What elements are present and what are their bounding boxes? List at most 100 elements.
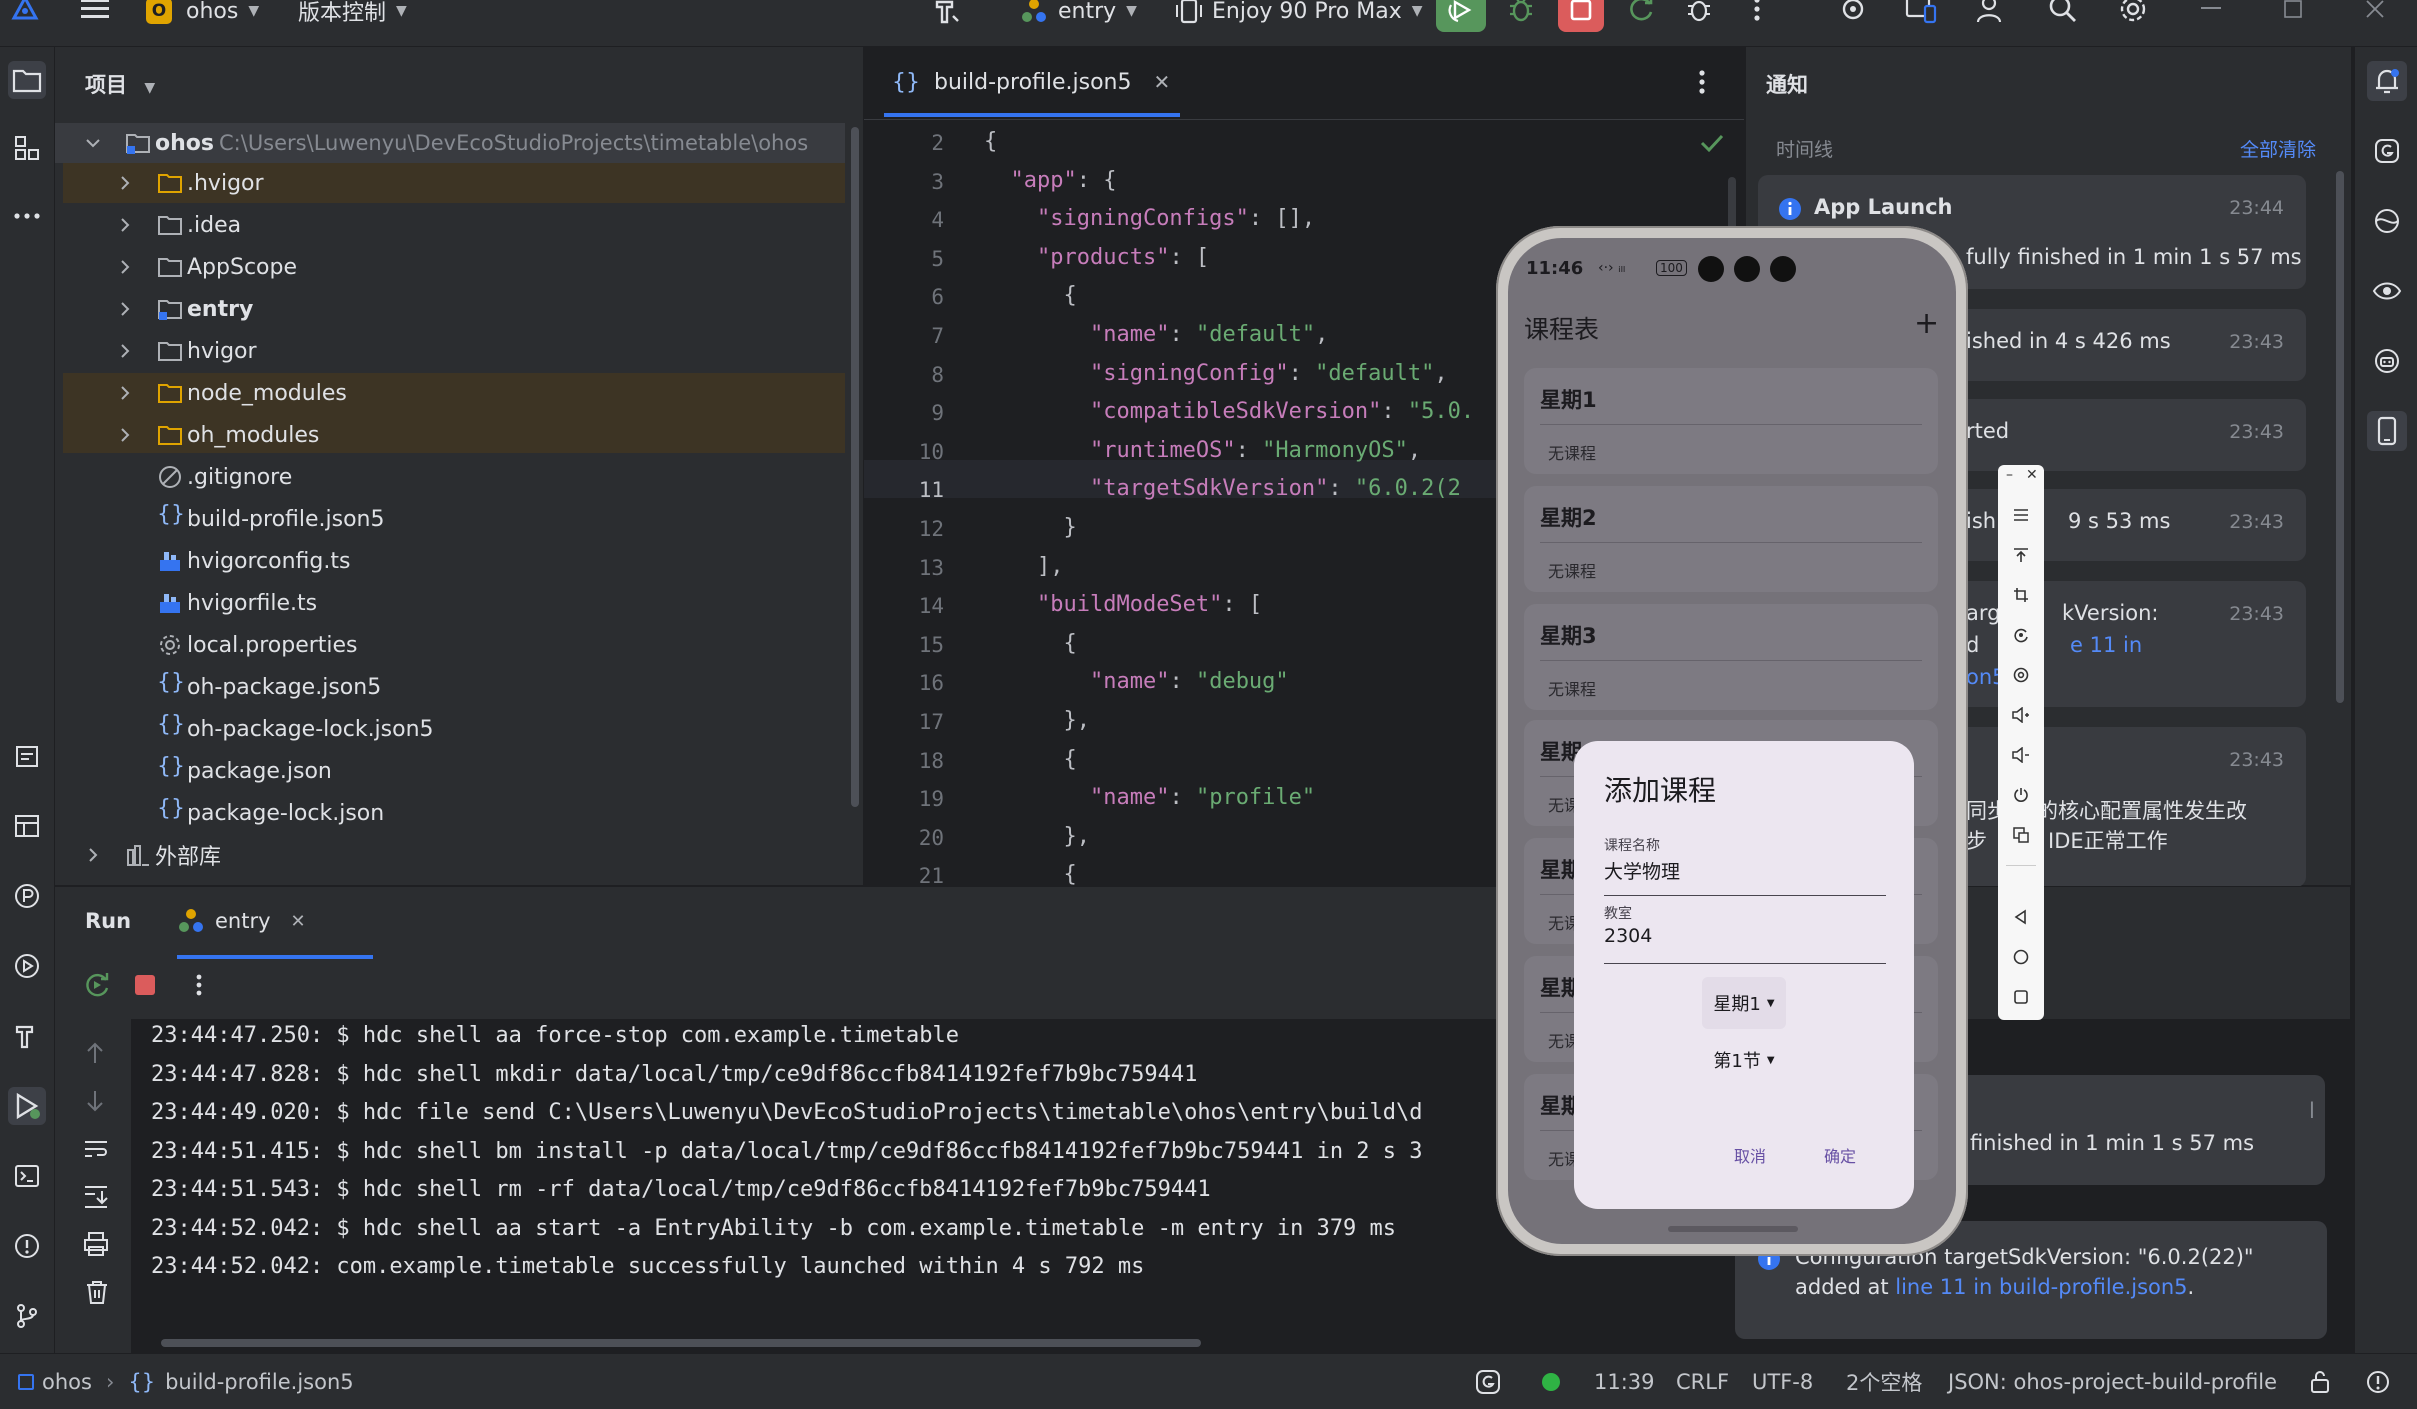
close-tab-icon[interactable]: ✕ — [1154, 70, 1171, 94]
breadcrumb-project[interactable]: ohos — [42, 1370, 92, 1394]
tree-item-hvigor-dot[interactable]: .hvigor — [85, 163, 885, 203]
terminal-icon[interactable] — [8, 1157, 46, 1195]
vcs-menu[interactable]: 版本控制 ▼ — [298, 0, 407, 34]
screenshot-icon[interactable] — [2009, 823, 2033, 847]
gear-icon[interactable] — [2114, 0, 2152, 28]
phone-screen[interactable]: 11:46 ‹·› ᵢₗₗ 100 课程表 + 星期1 无课程 星期2 无课程 星期3 无… — [1508, 238, 1956, 1244]
tree-item-oh-modules[interactable]: oh_modules — [85, 415, 885, 455]
rerun-button[interactable] — [1436, 0, 1486, 32]
rotate-icon[interactable] — [2009, 623, 2033, 647]
tree-item-build-profile[interactable]: {} build-profile.json5 — [85, 499, 885, 539]
database-table-icon[interactable] — [8, 807, 46, 845]
tree-item-local-properties[interactable]: local.properties — [85, 625, 885, 665]
power-icon[interactable] — [2009, 783, 2033, 807]
location-icon[interactable] — [2009, 663, 2033, 687]
tree-root-ohos[interactable]: ohos C:\Users\Luwenyu\DevEcoStudioProjec… — [85, 123, 885, 163]
tree-item-oh-package[interactable]: {} oh-package.json5 — [85, 667, 885, 707]
back-triangle-icon[interactable] — [2009, 905, 2033, 929]
assistant-robot-icon[interactable] — [2367, 341, 2407, 381]
profiler-icon[interactable] — [1834, 0, 1872, 28]
tree-item-oh-package-lock[interactable]: {} oh-package-lock.json5 — [85, 709, 885, 749]
home-circle-icon[interactable] — [2009, 945, 2033, 969]
tree-item-appscope[interactable]: AppScope — [85, 247, 885, 287]
soft-wrap-icon[interactable] — [83, 1137, 109, 1161]
eye-icon[interactable] — [2367, 271, 2407, 311]
weekday-select[interactable]: 星期1 ▼ — [1702, 977, 1786, 1029]
maximize-icon[interactable] — [2274, 0, 2312, 28]
codegenie-status-icon[interactable] — [1474, 1354, 1502, 1409]
day-card[interactable]: 星期3 无课程 — [1524, 604, 1938, 710]
stop-icon[interactable] — [133, 973, 157, 997]
recents-square-icon[interactable] — [2009, 985, 2033, 1009]
run-config-selector[interactable]: entry ▼ — [1020, 0, 1137, 34]
project-switcher[interactable]: O ohos ▼ — [146, 0, 259, 34]
json-schema[interactable]: JSON: ohos-project-build-profile — [1948, 1354, 2277, 1409]
confirm-button[interactable]: 确定 — [1824, 1143, 1856, 1167]
day-card[interactable]: 星期2 无课程 — [1524, 486, 1938, 592]
more-vertical-icon[interactable] — [1738, 0, 1776, 28]
notification-link[interactable]: e 11 in — [2070, 633, 2142, 657]
close-tab-icon[interactable]: ✕ — [291, 911, 306, 932]
volume-down-icon[interactable] — [2009, 743, 2033, 767]
structure-icon[interactable] — [8, 129, 46, 167]
more-horizontal-icon[interactable] — [8, 197, 46, 235]
scroll-to-end-icon[interactable] — [83, 1183, 109, 1209]
print-icon[interactable] — [83, 1231, 109, 1257]
tree-item-entry[interactable]: entry — [85, 289, 885, 329]
clear-all-link[interactable]: 全部清除 — [2240, 135, 2316, 162]
course-name-input[interactable]: 课程名称 大学物理 — [1604, 835, 1886, 896]
volume-up-icon[interactable] — [2009, 703, 2033, 727]
home-indicator[interactable] — [1668, 1226, 1798, 1232]
tree-item-node-modules[interactable]: node_modules — [85, 373, 885, 413]
breadcrumb[interactable]: ohos › {} build-profile.json5 — [18, 1354, 354, 1409]
run-tab-entry[interactable]: entry ✕ — [177, 897, 306, 945]
debug-icon[interactable] — [1502, 0, 1540, 28]
close-icon[interactable] — [2356, 0, 2394, 28]
indent-setting[interactable]: 2个空格 — [1846, 1354, 1922, 1409]
problems-icon[interactable] — [8, 1227, 46, 1265]
more-vertical-icon[interactable] — [1698, 69, 1706, 95]
main-menu-icon[interactable] — [76, 0, 114, 28]
device-selector[interactable]: Enjoy 90 Pro Max ▼ — [1176, 0, 1423, 34]
device-mirror-icon[interactable] — [2367, 411, 2407, 451]
more-vertical-icon[interactable] — [195, 973, 203, 997]
notification-link[interactable]: line 11 in build-profile.json5 — [1895, 1275, 2187, 1299]
problems-status-icon[interactable] — [2366, 1354, 2390, 1409]
close-icon[interactable]: ✕ — [2026, 467, 2038, 483]
trash-icon[interactable] — [85, 1279, 109, 1305]
menu-lines-icon[interactable] — [2009, 503, 2033, 527]
run-tool-icon[interactable] — [8, 1087, 46, 1125]
profiler-p-icon[interactable] — [8, 877, 46, 915]
device-emulator[interactable]: 11:46 ‹·› ᵢₗₗ 100 课程表 + 星期1 无课程 星期2 无课程 星期3 无… — [1496, 226, 1968, 1256]
editor-tab-build-profile[interactable]: {} build-profile.json5 ✕ — [884, 47, 1196, 117]
apply-changes-icon[interactable] — [1622, 0, 1660, 28]
build-hammer-icon[interactable] — [928, 0, 966, 30]
device-manager-icon[interactable] — [1902, 0, 1940, 28]
pin-top-icon[interactable] — [2009, 543, 2033, 567]
caret-position[interactable]: 11:39 — [1594, 1354, 1655, 1409]
lock-icon[interactable] — [2308, 1354, 2332, 1409]
services-icon[interactable] — [8, 947, 46, 985]
tree-item-idea[interactable]: .idea — [85, 205, 885, 245]
crop-screenshot-icon[interactable] — [2009, 583, 2033, 607]
attach-debugger-icon[interactable] — [1680, 0, 1718, 28]
classroom-input[interactable]: 教室 2304 — [1604, 903, 1886, 964]
todo-icon[interactable] — [8, 737, 46, 775]
status-dot-icon[interactable] — [1540, 1354, 1562, 1409]
search-icon[interactable] — [2044, 0, 2082, 28]
codegenie-g-icon[interactable] — [2367, 131, 2407, 171]
notifications-bell-icon[interactable] — [2367, 61, 2407, 101]
tree-item-external-libs[interactable]: 外部库 — [85, 835, 885, 875]
tree-item-hvigorfile[interactable]: hvigorfile.ts — [85, 583, 885, 623]
minimize-icon[interactable] — [2192, 0, 2230, 28]
notifications-scrollbar[interactable] — [2336, 171, 2344, 703]
period-select[interactable]: 第1节 ▼ — [1702, 1037, 1786, 1083]
day-card[interactable]: 星期1 无课程 — [1524, 368, 1938, 474]
file-encoding[interactable]: UTF-8 — [1752, 1354, 1813, 1409]
tree-item-hvigorconfig[interactable]: hvigorconfig.ts — [85, 541, 885, 581]
stop-button[interactable] — [1558, 0, 1604, 32]
rerun-icon[interactable] — [83, 971, 111, 999]
globe-icon[interactable] — [2367, 201, 2407, 241]
tree-item-hvigor[interactable]: hvigor — [85, 331, 885, 371]
git-branch-icon[interactable] — [8, 1297, 46, 1335]
